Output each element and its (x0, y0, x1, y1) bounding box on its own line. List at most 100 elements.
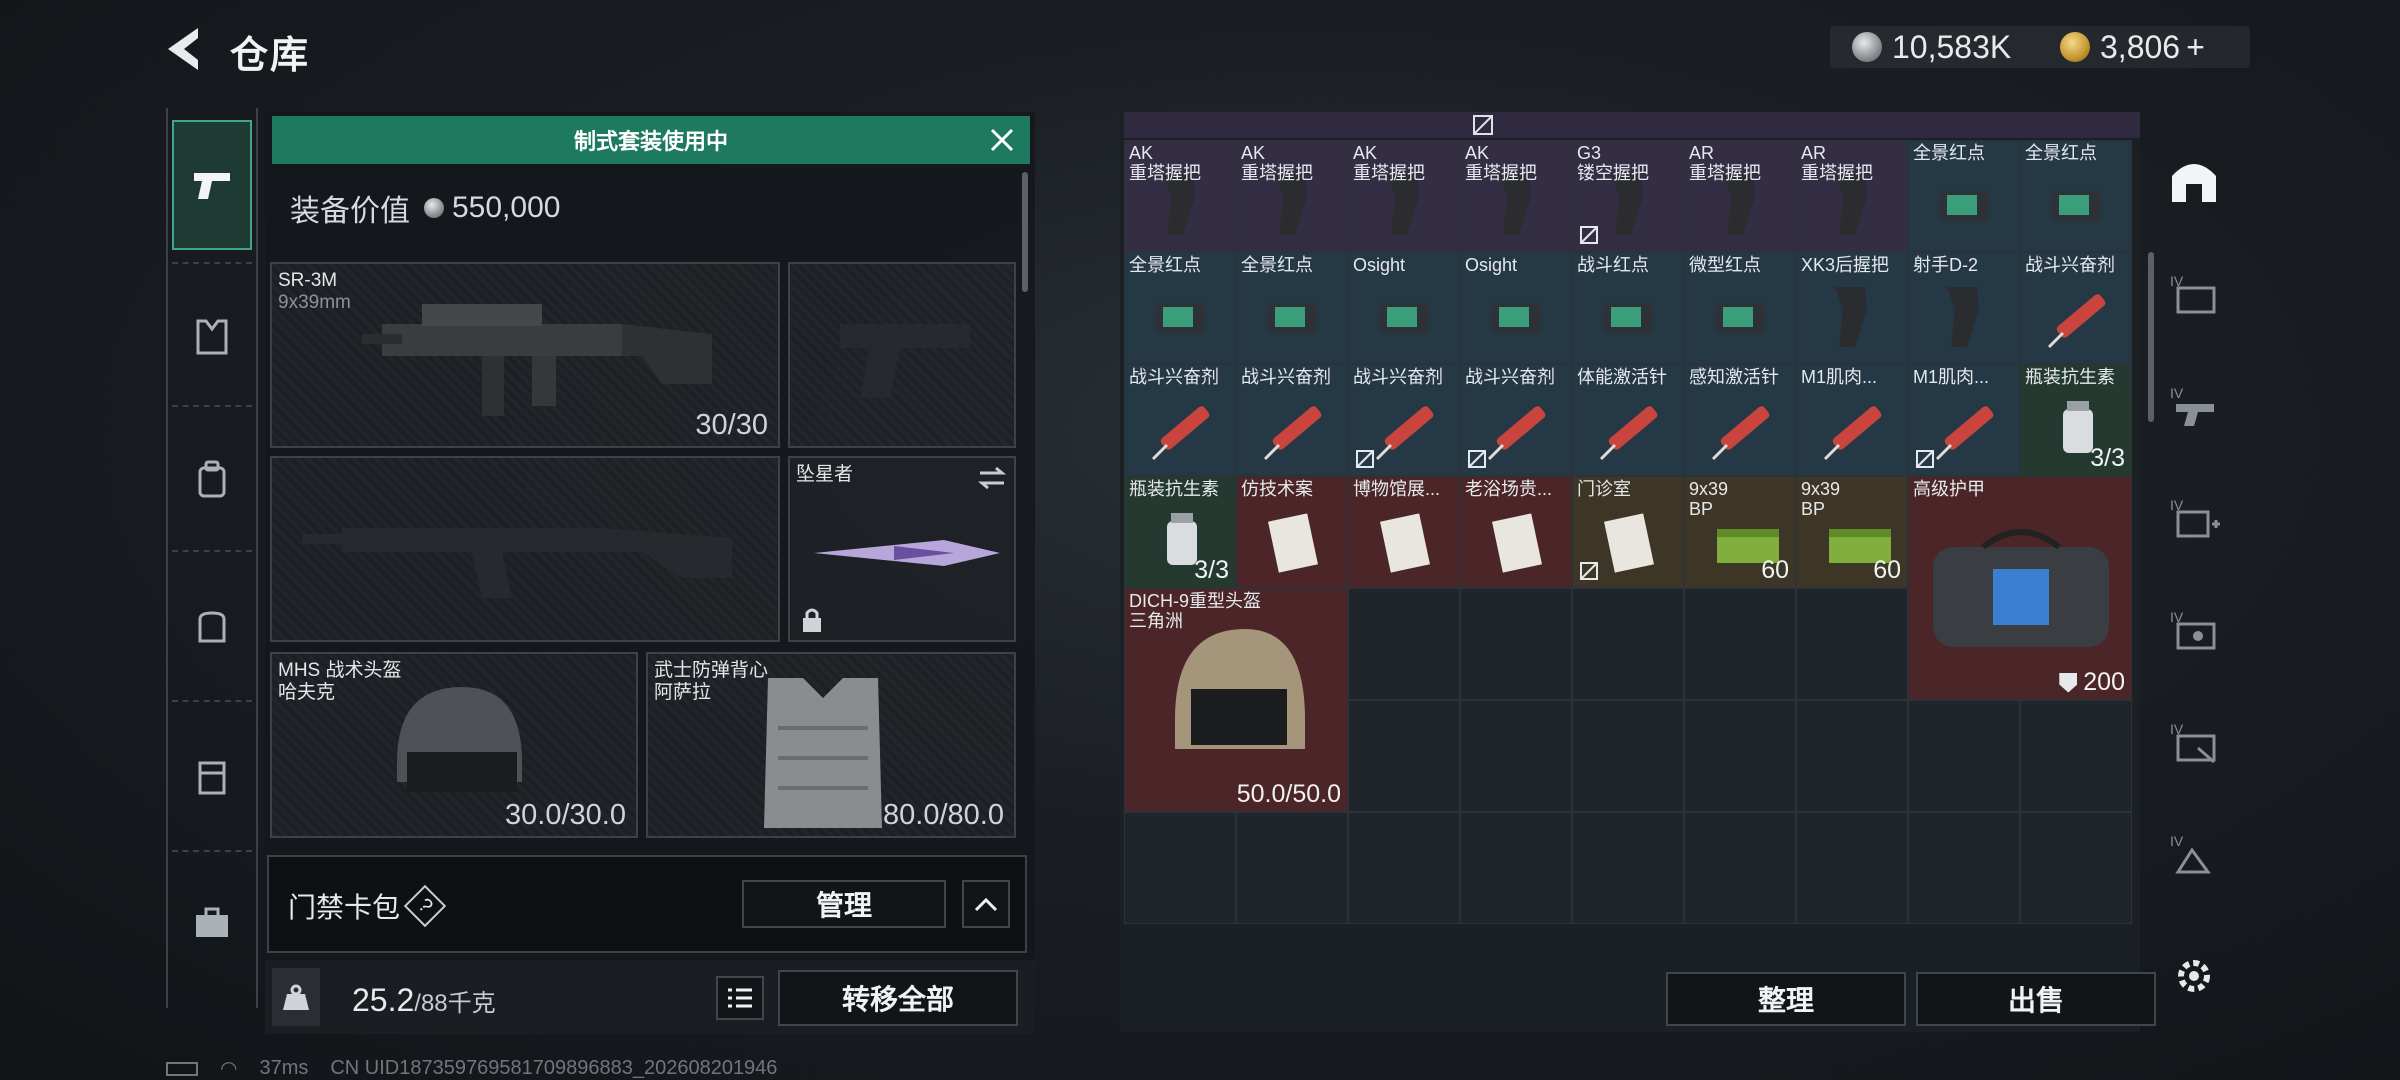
storage-tab-5[interactable]: IV (2162, 710, 2226, 774)
inventory-item[interactable]: 战斗兴奋剂 (2020, 252, 2132, 364)
empty-slot[interactable] (1572, 588, 1684, 700)
loadout-scrollbar[interactable] (1022, 172, 1028, 292)
empty-slot[interactable] (1908, 700, 2020, 812)
inventory-item[interactable]: G3 镂空握把 (1572, 140, 1684, 252)
inventory-item[interactable]: AK 重塔握把 (1124, 140, 1236, 252)
inventory-item[interactable]: 全景红点 (1908, 140, 2020, 252)
armor-faction: 阿萨拉 (654, 682, 712, 703)
rail-toolbox[interactable] (172, 858, 252, 988)
empty-slot[interactable] (1796, 588, 1908, 700)
inventory-item[interactable]: 射手D-2 (1908, 252, 2020, 364)
inventory-item[interactable]: 全景红点 (2020, 140, 2132, 252)
armor-bag-item[interactable]: 高级护甲 200 (1908, 476, 2132, 700)
primary-weapon-slot[interactable]: SR-3M 9x39mm 30/30 (270, 262, 780, 448)
inventory-item[interactable]: 门诊室 (1572, 476, 1684, 588)
helmet-item[interactable]: DICH-9重型头盔 三角洲 50.0/50.0 (1124, 588, 1348, 812)
rail-weapons[interactable] (172, 120, 252, 250)
inventory-item[interactable]: 瓶装抗生素 3/3 (2020, 364, 2132, 476)
empty-slot[interactable] (1796, 700, 1908, 812)
storage-tab-6[interactable]: IV (2162, 822, 2226, 886)
rail-armor[interactable] (172, 272, 252, 402)
melee-slot[interactable]: 坠星者 (788, 456, 1016, 642)
empty-slot[interactable] (1908, 812, 2020, 924)
empty-slot[interactable] (1796, 812, 1908, 924)
document-icon (1380, 513, 1430, 573)
gold-currency[interactable]: 3,806 + (2060, 26, 2205, 68)
add-currency-button[interactable]: + (2186, 29, 2205, 66)
transfer-all-button[interactable]: 转移全部 (778, 970, 1018, 1026)
inventory-item[interactable]: AK 重塔握把 (1236, 140, 1348, 252)
carry-weight-max: /88千克 (414, 990, 496, 1017)
empty-slot[interactable] (1684, 700, 1796, 812)
secondary-weapon-slot[interactable] (270, 456, 780, 642)
armor-slot[interactable]: 武士防弹背心 阿萨拉 80.0/80.0 (646, 652, 1016, 838)
transfer-all-label: 转移全部 (841, 984, 954, 1015)
inventory-item[interactable]: 战斗兴奋剂 (1348, 364, 1460, 476)
inventory-item[interactable]: 体能激活针 (1572, 364, 1684, 476)
inventory-item[interactable]: XK3后握把 (1796, 252, 1908, 364)
rail-backpack[interactable] (172, 415, 252, 545)
storage-tab-2[interactable]: IV (2162, 374, 2226, 438)
inventory-item[interactable]: 9x39 BP 60 (1684, 476, 1796, 588)
inventory-item[interactable]: M1肌肉... (1796, 364, 1908, 476)
inventory-item[interactable]: AK 重塔握把 (1348, 140, 1460, 252)
storage-tab-3[interactable]: IV (2162, 486, 2226, 550)
sort-button[interactable]: 整理 (1666, 972, 1906, 1026)
inventory-item[interactable]: 全景红点 (1124, 252, 1236, 364)
storage-main-tab[interactable] (2162, 148, 2226, 212)
inventory-item[interactable]: AR 重塔握把 (1796, 140, 1908, 252)
empty-slot[interactable] (1572, 700, 1684, 812)
helmet-durability: 30.0/30.0 (505, 799, 626, 831)
rail-pouch[interactable] (172, 560, 252, 690)
settings-button[interactable] (2162, 944, 2226, 1008)
box-case-icon: IV (2170, 833, 2211, 874)
inventory-item[interactable]: Osight (1460, 252, 1572, 364)
empty-slot[interactable] (1348, 812, 1460, 924)
rail-container[interactable] (172, 712, 252, 842)
inventory-item[interactable]: 感知激活针 (1684, 364, 1796, 476)
empty-slot[interactable] (1684, 588, 1796, 700)
list-view-button[interactable] (716, 976, 764, 1020)
inventory-item[interactable]: 9x39 BP 60 (1796, 476, 1908, 588)
empty-slot[interactable] (1460, 588, 1572, 700)
expand-button[interactable] (962, 880, 1010, 928)
empty-slot[interactable] (1124, 812, 1236, 924)
storage-tab-1[interactable]: IV (2162, 262, 2226, 326)
empty-slot[interactable] (1348, 700, 1460, 812)
inventory-item[interactable]: 仿技术案 (1236, 476, 1348, 588)
empty-slot[interactable] (2020, 700, 2132, 812)
inventory-item[interactable]: 瓶装抗生素 3/3 (1124, 476, 1236, 588)
inventory-item[interactable]: M1肌肉... (1908, 364, 2020, 476)
item-name: 仿技术案 (1241, 479, 1313, 499)
inventory-item[interactable]: 战斗兴奋剂 (1124, 364, 1236, 476)
inventory-item[interactable]: 全景红点 (1236, 252, 1348, 364)
sell-button[interactable]: 出售 (1916, 972, 2156, 1026)
inventory-item[interactable]: Osight (1348, 252, 1460, 364)
inventory-item[interactable]: 战斗兴奋剂 (1236, 364, 1348, 476)
inventory-item[interactable]: AR 重塔握把 (1684, 140, 1796, 252)
inventory-item[interactable]: AK 重塔握把 (1460, 140, 1572, 252)
empty-slot[interactable] (1684, 812, 1796, 924)
manage-button[interactable]: 管理 (742, 880, 946, 928)
inventory-item[interactable]: 老浴场贵... (1460, 476, 1572, 588)
item-name: Osight (1353, 255, 1406, 275)
medical-case-icon: IV (2170, 497, 2220, 538)
empty-slot[interactable] (1460, 812, 1572, 924)
empty-slot[interactable] (1572, 812, 1684, 924)
help-icon[interactable]: ? (403, 884, 447, 928)
gear-icon (2178, 960, 2210, 992)
helmet-slot[interactable]: MHS 战术头盔 哈夫克 30.0/30.0 (270, 652, 638, 838)
empty-slot[interactable] (1460, 700, 1572, 812)
inventory-item[interactable]: 战斗红点 (1572, 252, 1684, 364)
swap-icon[interactable] (978, 466, 1006, 490)
banner-close-button[interactable] (984, 122, 1020, 158)
storage-tab-4[interactable]: IV (2162, 598, 2226, 662)
inventory-item[interactable]: 战斗兴奋剂 (1460, 364, 1572, 476)
sidearm-slot[interactable] (788, 262, 1016, 448)
empty-slot[interactable] (1236, 812, 1348, 924)
back-button[interactable] (160, 24, 208, 74)
empty-slot[interactable] (2020, 812, 2132, 924)
inventory-item[interactable]: 博物馆展... (1348, 476, 1460, 588)
empty-slot[interactable] (1348, 588, 1460, 700)
inventory-item[interactable]: 微型红点 (1684, 252, 1796, 364)
